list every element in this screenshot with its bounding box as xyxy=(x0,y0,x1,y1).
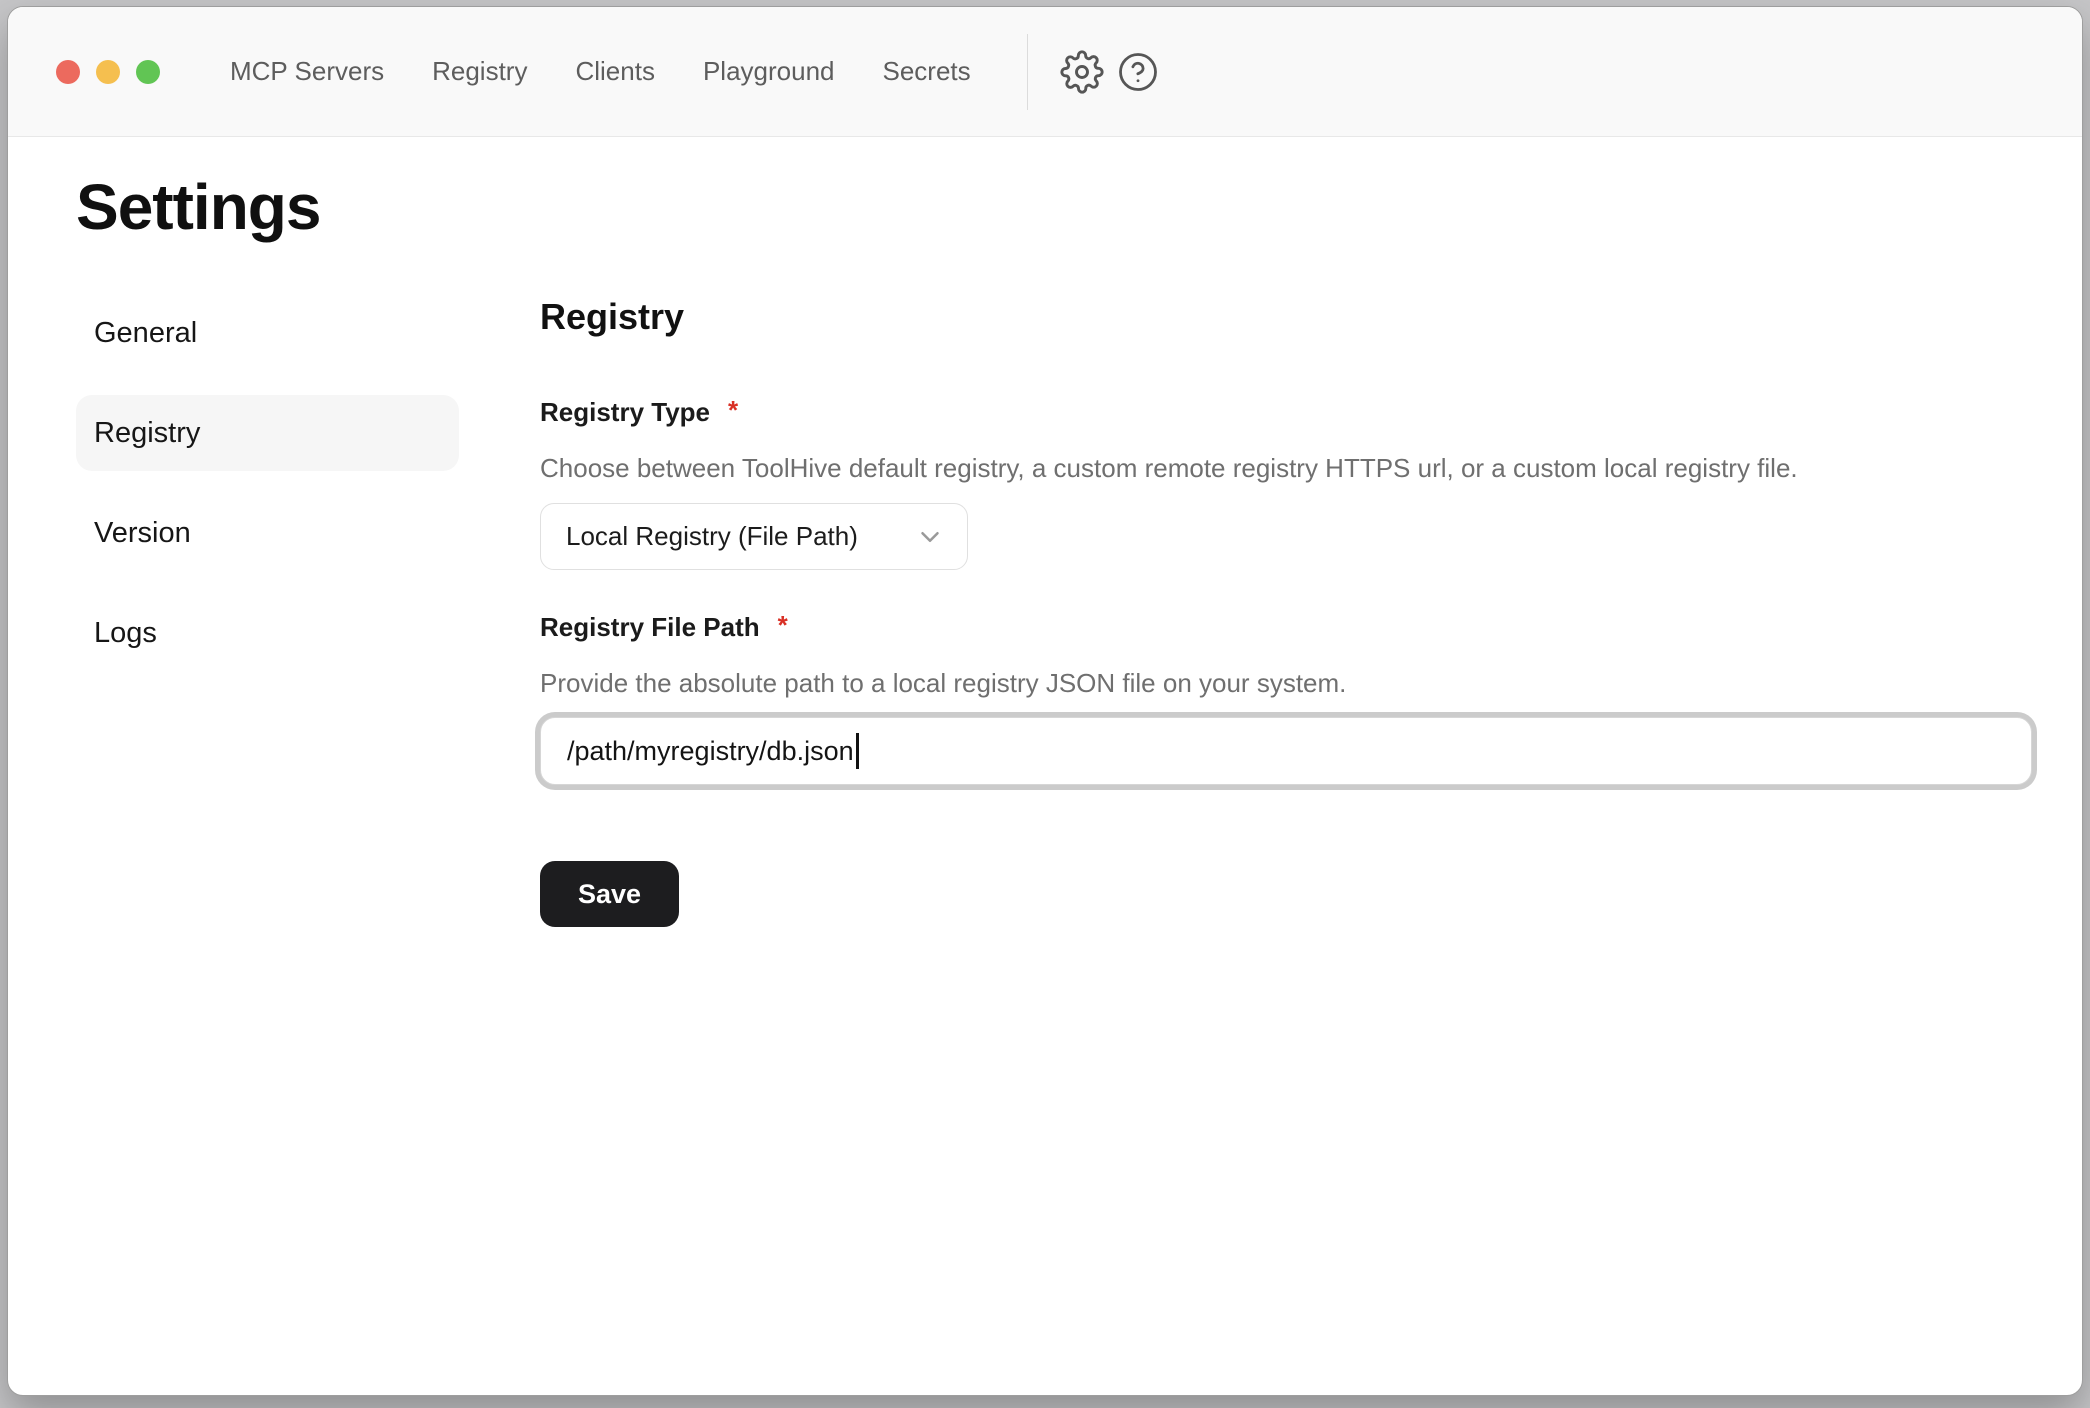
main-nav: MCP Servers Registry Clients Playground … xyxy=(230,56,971,87)
chevron-down-icon xyxy=(915,522,945,552)
nav-item-clients[interactable]: Clients xyxy=(575,56,654,87)
sidebar-item-general[interactable]: General xyxy=(76,295,459,371)
page-title: Settings xyxy=(76,172,2016,242)
titlebar-divider xyxy=(1027,34,1028,110)
sidebar-item-label: Version xyxy=(94,517,191,550)
sidebar-item-version[interactable]: Version xyxy=(76,495,459,571)
nav-item-mcp-servers[interactable]: MCP Servers xyxy=(230,56,384,87)
sidebar-item-registry[interactable]: Registry xyxy=(76,395,459,471)
sidebar-item-label: Logs xyxy=(94,617,157,650)
section-title: Registry xyxy=(540,295,2032,339)
window-controls xyxy=(56,60,160,84)
close-window-button[interactable] xyxy=(56,60,80,84)
registry-type-description: Choose between ToolHive default registry… xyxy=(540,451,2032,485)
help-button[interactable] xyxy=(1110,44,1166,100)
gear-icon xyxy=(1060,50,1104,94)
minimize-window-button[interactable] xyxy=(96,60,120,84)
titlebar: MCP Servers Registry Clients Playground … xyxy=(8,7,2082,137)
nav-item-playground[interactable]: Playground xyxy=(703,56,835,87)
nav-item-secrets[interactable]: Secrets xyxy=(883,56,971,87)
nav-item-registry[interactable]: Registry xyxy=(432,56,527,87)
selected-option-label: Local Registry (File Path) xyxy=(566,521,858,552)
save-button[interactable]: Save xyxy=(540,861,679,927)
registry-file-path-description: Provide the absolute path to a local reg… xyxy=(540,666,2032,700)
settings-page: Settings General Registry Version Logs R… xyxy=(8,137,2082,927)
registry-type-field: Registry Type * Choose between ToolHive … xyxy=(540,395,2032,570)
sidebar-item-label: General xyxy=(94,317,197,350)
required-asterisk: * xyxy=(778,610,788,640)
registry-type-label: Registry Type xyxy=(540,395,710,429)
registry-file-path-label: Registry File Path xyxy=(540,610,760,644)
required-asterisk: * xyxy=(728,395,738,425)
input-value: /path/myregistry/db.json xyxy=(567,736,854,767)
registry-file-path-input[interactable]: /path/myregistry/db.json xyxy=(540,717,2032,785)
help-icon xyxy=(1117,51,1159,93)
text-cursor xyxy=(856,733,859,769)
registry-file-path-field: Registry File Path * Provide the absolut… xyxy=(540,610,2032,785)
sidebar-item-logs[interactable]: Logs xyxy=(76,595,459,671)
registry-type-select[interactable]: Local Registry (File Path) xyxy=(540,503,968,570)
settings-sidebar: General Registry Version Logs xyxy=(76,295,459,927)
app-window: MCP Servers Registry Clients Playground … xyxy=(7,6,2083,1396)
registry-settings-panel: Registry Registry Type * Choose between … xyxy=(540,295,2032,927)
zoom-window-button[interactable] xyxy=(136,60,160,84)
sidebar-item-label: Registry xyxy=(94,417,200,450)
settings-gear-button[interactable] xyxy=(1054,44,1110,100)
